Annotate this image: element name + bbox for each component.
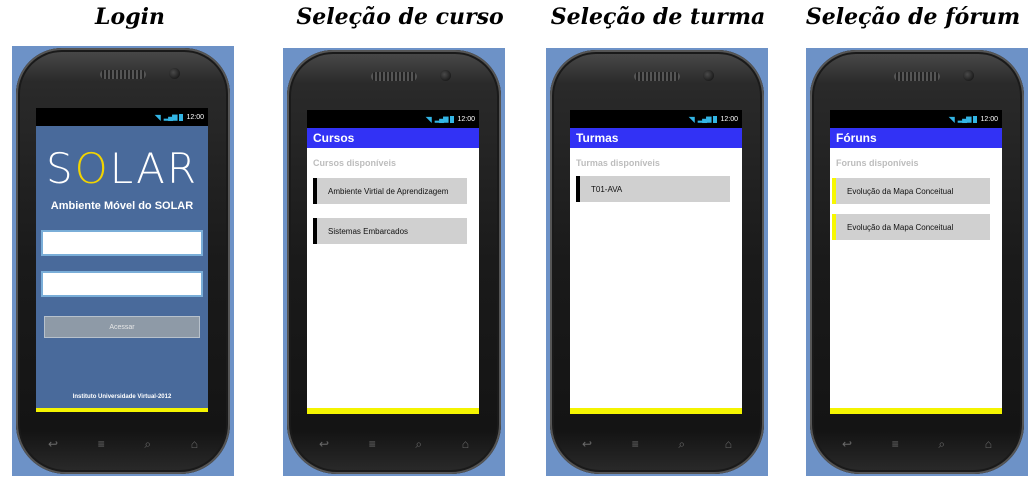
list-subheader: Turmas disponíveis — [576, 158, 660, 168]
screen-header: Cursos — [307, 128, 479, 148]
menu-icon[interactable]: ≡ — [98, 437, 105, 452]
status-time: 12:00 — [457, 115, 475, 123]
signal-icon: ▂▄▆ — [434, 116, 449, 123]
status-time: 12:00 — [980, 115, 998, 123]
list-item-course[interactable]: Sistemas Embarcados — [313, 218, 467, 244]
camera-icon — [440, 70, 451, 81]
phone-frame: ◥ ▂▄▆ 12:00 Turmas Turmas disponíveis T0… — [550, 50, 764, 474]
panel-title-turmas: Seleção de turma — [550, 4, 766, 30]
wifi-icon: ◥ — [688, 114, 695, 124]
home-icon[interactable]: ⌂ — [725, 437, 732, 452]
wifi-icon: ◥ — [154, 112, 161, 122]
camera-icon — [703, 70, 714, 81]
menu-icon[interactable]: ≡ — [632, 437, 639, 452]
battery-icon — [179, 113, 184, 121]
signal-icon: ▂▄▆ — [697, 116, 712, 123]
phone-frame: ◥ ▂▄▆ 12:00 Fóruns Foruns disponíveis Ev… — [810, 50, 1024, 474]
back-icon[interactable]: ↩ — [48, 437, 58, 452]
login-body: SOLAR Ambiente Móvel do SOLAR Acessar In… — [36, 126, 208, 412]
phone-frame: ◥ ▂▄▆ 12:00 SOLAR Ambiente Móvel do SOLA… — [16, 48, 230, 474]
list-subheader: Cursos disponíveis — [313, 158, 397, 168]
list-item-forum[interactable]: Evolução da Mapa Conceitual — [832, 178, 990, 204]
screen-header: Turmas — [570, 128, 742, 148]
menu-icon[interactable]: ≡ — [892, 437, 899, 452]
login-screen: ◥ ▂▄▆ 12:00 SOLAR Ambiente Móvel do SOLA… — [36, 108, 208, 412]
battery-icon — [450, 115, 455, 123]
accent-bar — [830, 408, 1002, 414]
list-item-forum[interactable]: Evolução da Mapa Conceitual — [832, 214, 990, 240]
home-icon[interactable]: ⌂ — [985, 437, 992, 452]
list-item-class[interactable]: T01-AVA — [576, 176, 730, 202]
foruns-screen: ◥ ▂▄▆ 12:00 Fóruns Foruns disponíveis Ev… — [830, 110, 1002, 414]
status-bar: ◥ ▂▄▆ 12:00 — [36, 108, 208, 126]
accent-bar — [36, 408, 208, 412]
back-icon[interactable]: ↩ — [842, 437, 852, 452]
phone-frame: ◥ ▂▄▆ 12:00 Cursos Cursos disponíveis Am… — [287, 50, 501, 474]
login-footer: Instituto Universidade Virtual-2012 — [72, 394, 172, 400]
username-input[interactable] — [41, 230, 203, 256]
nav-bar: ↩ ≡ ⌕ ⌂ — [319, 437, 469, 452]
battery-icon — [973, 115, 978, 123]
phone-panel-turmas: ◥ ▂▄▆ 12:00 Turmas Turmas disponíveis T0… — [546, 48, 768, 476]
phone-panel-foruns: ◥ ▂▄▆ 12:00 Fóruns Foruns disponíveis Ev… — [806, 48, 1028, 476]
home-icon[interactable]: ⌂ — [462, 437, 469, 452]
list-item-course[interactable]: Ambiente Virtial de Aprendizagem — [313, 178, 467, 204]
phone-panel-cursos: ◥ ▂▄▆ 12:00 Cursos Cursos disponíveis Am… — [283, 48, 505, 476]
search-icon[interactable]: ⌕ — [938, 437, 945, 452]
speaker-grille — [100, 70, 146, 79]
status-time: 12:00 — [720, 115, 738, 123]
speaker-grille — [894, 72, 940, 81]
battery-icon — [713, 115, 718, 123]
search-icon[interactable]: ⌕ — [144, 437, 151, 452]
back-icon[interactable]: ↩ — [319, 437, 329, 452]
camera-icon — [963, 70, 974, 81]
panel-title-foruns: Seleção de fórum — [805, 4, 1021, 30]
password-input[interactable] — [41, 271, 203, 297]
phone-panel-login: ◥ ▂▄▆ 12:00 SOLAR Ambiente Móvel do SOLA… — [12, 46, 234, 476]
signal-icon: ▂▄▆ — [957, 116, 972, 123]
status-bar: ◥ ▂▄▆ 12:00 — [307, 110, 479, 128]
login-subtitle: Ambiente Móvel do SOLAR — [50, 200, 194, 212]
status-bar: ◥ ▂▄▆ 12:00 — [570, 110, 742, 128]
accent-bar — [307, 408, 479, 414]
camera-icon — [169, 68, 180, 79]
nav-bar: ↩ ≡ ⌕ ⌂ — [582, 437, 732, 452]
solar-logo: SOLAR — [45, 144, 198, 193]
list-subheader: Foruns disponíveis — [836, 158, 919, 168]
status-bar: ◥ ▂▄▆ 12:00 — [830, 110, 1002, 128]
speaker-grille — [634, 72, 680, 81]
signal-icon: ▂▄▆ — [163, 114, 178, 121]
back-icon[interactable]: ↩ — [582, 437, 592, 452]
screen-header: Fóruns — [830, 128, 1002, 148]
panel-title-cursos: Seleção de curso — [296, 4, 504, 30]
cursos-screen: ◥ ▂▄▆ 12:00 Cursos Cursos disponíveis Am… — [307, 110, 479, 414]
home-icon[interactable]: ⌂ — [191, 437, 198, 452]
search-icon[interactable]: ⌕ — [678, 437, 685, 452]
search-icon[interactable]: ⌕ — [415, 437, 422, 452]
panel-title-login: Login — [95, 4, 165, 30]
wifi-icon: ◥ — [948, 114, 955, 124]
accent-bar — [570, 408, 742, 414]
nav-bar: ↩ ≡ ⌕ ⌂ — [842, 437, 992, 452]
turmas-screen: ◥ ▂▄▆ 12:00 Turmas Turmas disponíveis T0… — [570, 110, 742, 414]
nav-bar: ↩ ≡ ⌕ ⌂ — [48, 437, 198, 452]
speaker-grille — [371, 72, 417, 81]
status-time: 12:00 — [186, 113, 204, 121]
menu-icon[interactable]: ≡ — [369, 437, 376, 452]
wifi-icon: ◥ — [425, 114, 432, 124]
login-button[interactable]: Acessar — [44, 316, 200, 338]
